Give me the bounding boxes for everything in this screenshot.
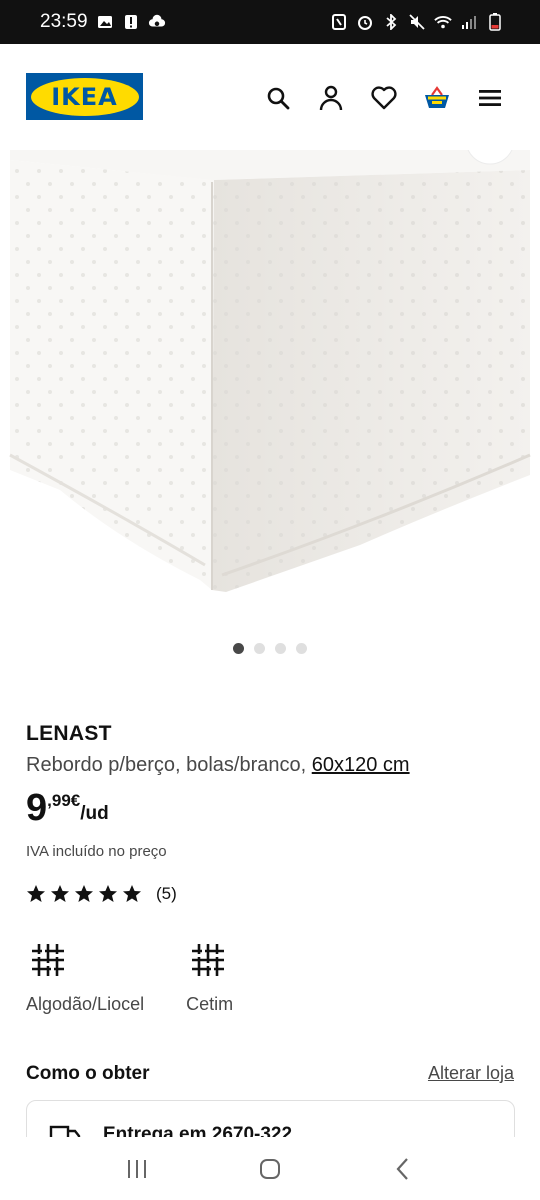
- materials: Algodão/Liocel Cetim: [26, 940, 233, 1015]
- recents-button[interactable]: [117, 1149, 157, 1189]
- wifi-icon: [434, 13, 452, 31]
- status-bar: 23:59: [0, 0, 540, 44]
- product-price: 9 ,99€ /ud: [26, 789, 516, 827]
- home-button[interactable]: [250, 1149, 290, 1189]
- signal-icon: [460, 13, 478, 31]
- change-store-link[interactable]: Alterar loja: [428, 1063, 514, 1084]
- price-unit: /ud: [80, 803, 109, 824]
- ikea-logo[interactable]: IKEA: [26, 73, 143, 120]
- image-icon: [96, 13, 114, 31]
- gallery-dot[interactable]: [296, 643, 307, 654]
- size-link[interactable]: 60x120 cm: [312, 754, 410, 776]
- material-label: Cetim: [186, 994, 234, 1014]
- star-icon: [27, 885, 45, 902]
- gallery-pagination: [0, 643, 540, 654]
- star-icon: [75, 885, 93, 902]
- alarm-icon: [356, 13, 374, 31]
- logo-text: IKEA: [30, 77, 139, 116]
- rating-count: (5): [156, 884, 177, 903]
- material-item[interactable]: Algodão/Liocel: [26, 940, 144, 1015]
- how-to-get-header: Como o obter Alterar loja: [26, 1063, 514, 1085]
- search-icon[interactable]: [251, 82, 304, 114]
- gallery-dot[interactable]: [275, 643, 286, 654]
- rating[interactable]: (5): [26, 884, 516, 904]
- battery-icon: [486, 13, 504, 31]
- mute-icon: [408, 13, 426, 31]
- star-icon: [99, 885, 117, 902]
- cloud-icon: [148, 13, 166, 31]
- price-decimal: ,99€: [47, 791, 81, 810]
- gallery-dot[interactable]: [233, 643, 244, 654]
- alert-icon: [122, 13, 140, 31]
- app-header: IKEA: [0, 44, 540, 150]
- menu-icon[interactable]: [463, 82, 516, 114]
- material-item[interactable]: Cetim: [186, 940, 233, 1015]
- vat-note: IVA incluído no preço: [26, 843, 167, 860]
- product-description-text: Rebordo p/berço, bolas/branco,: [26, 754, 312, 776]
- heart-icon[interactable]: [357, 82, 410, 114]
- product-image[interactable]: [0, 150, 540, 610]
- how-to-get-title: Como o obter: [26, 1063, 150, 1084]
- star-icon: [123, 885, 141, 902]
- basket-icon[interactable]: [410, 82, 463, 114]
- product-info: LENAST Rebordo p/berço, bolas/branco, 60…: [26, 722, 516, 904]
- product-description: Rebordo p/berço, bolas/branco, 60x120 cm: [26, 754, 516, 777]
- gallery-dot[interactable]: [254, 643, 265, 654]
- status-time: 23:59: [40, 11, 88, 32]
- nfc-icon: [330, 13, 348, 31]
- price-integer: 9: [26, 787, 48, 829]
- product-name: LENAST: [26, 722, 112, 745]
- header-actions: [251, 82, 516, 114]
- fabric-weave-icon: [192, 944, 225, 976]
- bluetooth-icon: [382, 13, 400, 31]
- system-nav-bar: [0, 1137, 540, 1200]
- fabric-weave-icon: [32, 944, 64, 976]
- star-icon: [51, 885, 69, 902]
- material-label: Algodão/Liocel: [26, 994, 145, 1014]
- account-icon[interactable]: [304, 82, 357, 114]
- back-button[interactable]: [383, 1149, 423, 1189]
